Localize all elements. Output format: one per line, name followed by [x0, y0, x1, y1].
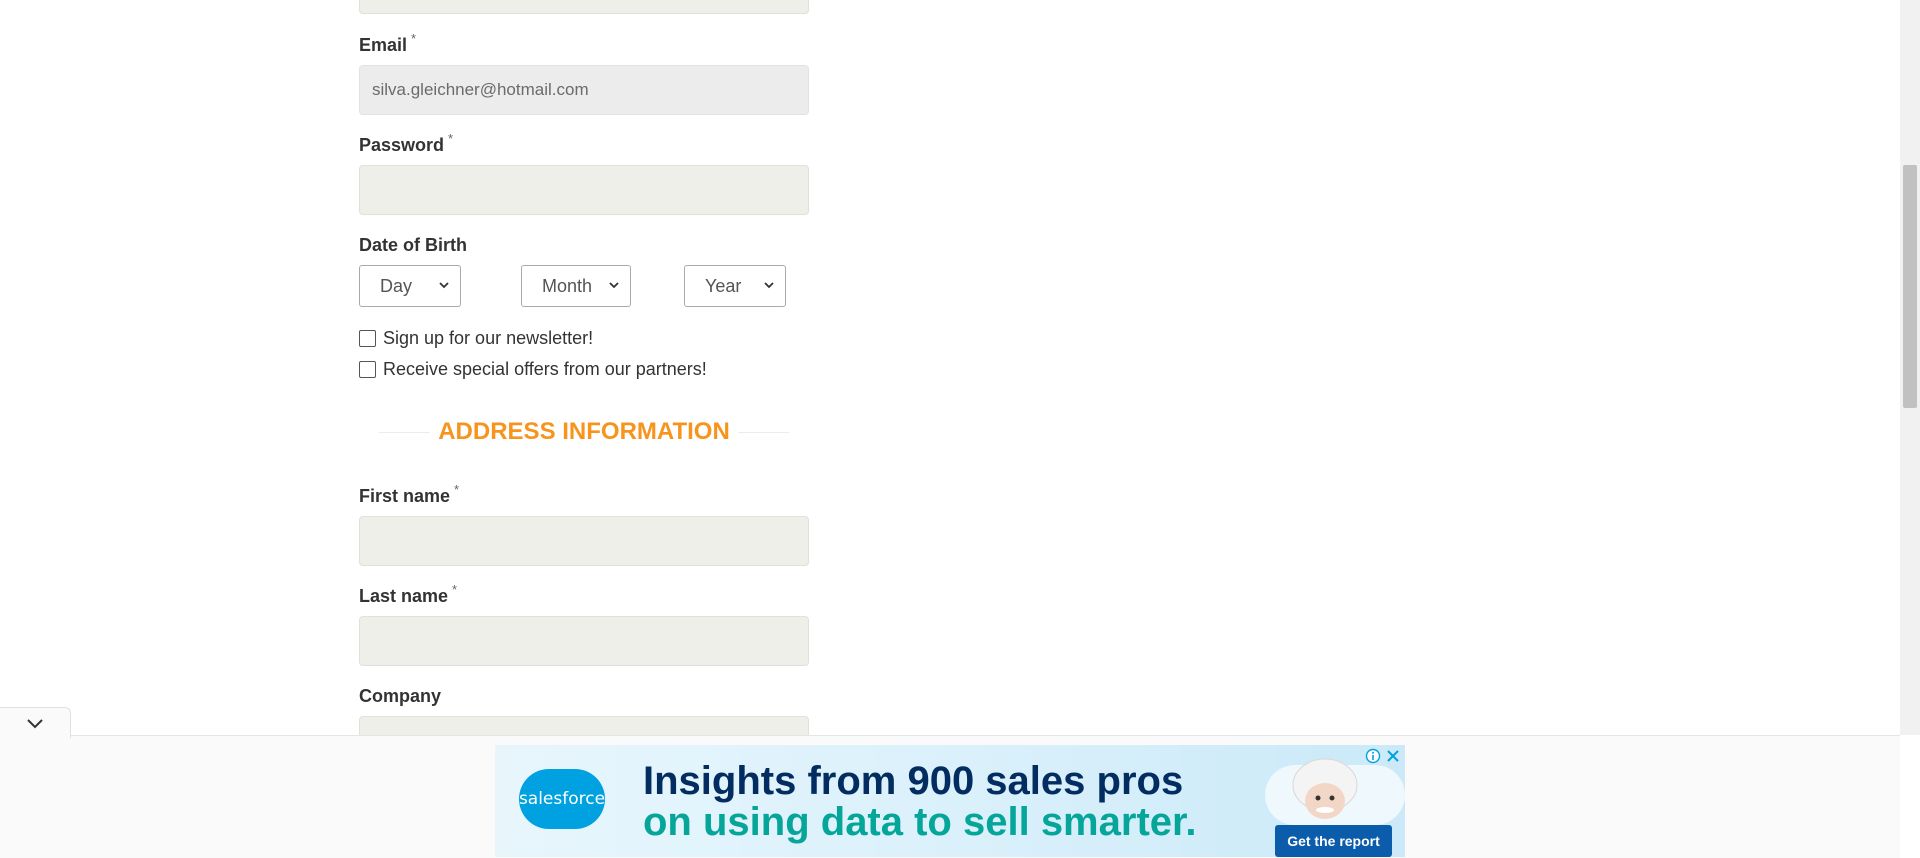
close-icon[interactable]	[1385, 748, 1401, 764]
newsletter-checkbox[interactable]	[359, 330, 376, 347]
last-name-label: Last name *	[359, 582, 457, 607]
dob-day-select[interactable]: Day	[359, 265, 461, 307]
last-name-input[interactable]	[359, 616, 809, 666]
last-name-label-text: Last name	[359, 586, 449, 606]
offers-row[interactable]: Receive special offers from our partners…	[359, 359, 707, 380]
first-name-label: First name *	[359, 482, 459, 507]
previous-field-input[interactable]	[359, 0, 809, 14]
newsletter-row[interactable]: Sign up for our newsletter!	[359, 328, 593, 349]
info-icon[interactable]	[1365, 748, 1381, 764]
email-label: Email *	[359, 31, 416, 56]
password-label-text: Password	[359, 135, 445, 155]
divider	[737, 431, 789, 433]
required-mark: *	[411, 31, 417, 46]
chevron-down-icon	[27, 719, 43, 729]
offers-label[interactable]: Receive special offers from our partners…	[383, 359, 707, 380]
email-label-text: Email	[359, 35, 408, 55]
dob-month-value: Month	[542, 275, 593, 296]
offers-checkbox[interactable]	[359, 361, 376, 378]
ad-banner[interactable]: salesforce Insights from 900 sales pros …	[495, 745, 1405, 857]
required-mark: *	[448, 131, 454, 146]
collapse-ad-button[interactable]	[0, 707, 71, 738]
password-input[interactable]	[359, 165, 809, 215]
dob-day-value: Day	[380, 275, 413, 296]
dob-year-select[interactable]: Year	[684, 265, 786, 307]
ad-headline-1: Insights from 900 sales pros	[643, 759, 1184, 803]
chevron-down-icon	[609, 282, 619, 289]
ad-cta-button[interactable]: Get the report	[1275, 825, 1392, 857]
ad-headline-2: on using data to sell smarter.	[643, 800, 1197, 844]
scrollbar-thumb[interactable]	[1903, 165, 1917, 408]
chevron-down-icon	[439, 282, 449, 289]
first-name-label-text: First name	[359, 486, 451, 506]
chevron-down-icon	[764, 282, 774, 289]
mascot-icon	[1292, 758, 1358, 819]
address-heading-text: ADDRESS INFORMATION	[438, 418, 730, 445]
dob-month-select[interactable]: Month	[521, 265, 631, 307]
dob-label: Date of Birth	[359, 235, 467, 255]
first-name-input[interactable]	[359, 516, 809, 566]
company-label: Company	[359, 686, 442, 706]
email-input[interactable]	[359, 65, 809, 115]
address-section-heading: ADDRESS INFORMATION	[379, 418, 789, 446]
password-label: Password *	[359, 131, 453, 156]
salesforce-logo: salesforce	[519, 769, 605, 829]
required-mark: *	[454, 482, 460, 497]
newsletter-label[interactable]: Sign up for our newsletter!	[383, 328, 593, 349]
divider	[379, 431, 431, 433]
required-mark: *	[452, 582, 458, 597]
dob-year-value: Year	[705, 275, 742, 296]
